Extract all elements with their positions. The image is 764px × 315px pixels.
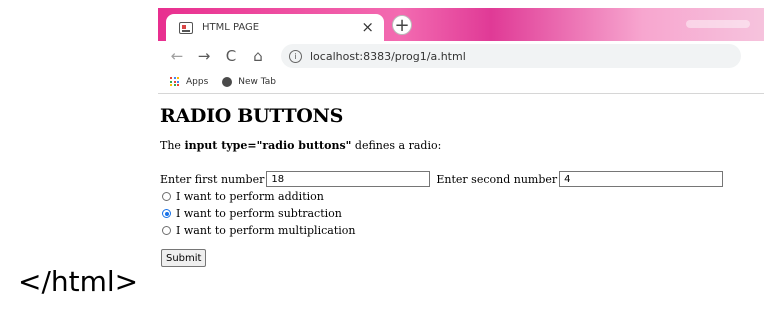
home-icon[interactable]: ⌂ bbox=[247, 48, 269, 64]
browser-toolbar: ← → C ⌂ i localhost:8383/prog1/a.html bbox=[158, 41, 764, 71]
back-arrow-icon[interactable]: ← bbox=[166, 48, 188, 64]
radio-label-multiplication: I want to perform multiplication bbox=[176, 224, 356, 237]
tab-strip: HTML PAGE × + bbox=[158, 8, 764, 41]
radio-multiplication[interactable] bbox=[162, 226, 171, 235]
bookmarks-bar: Apps New Tab bbox=[158, 71, 764, 94]
radio-option-subtraction[interactable]: I want to perform subtraction bbox=[160, 205, 764, 222]
apps-grid-icon[interactable] bbox=[170, 77, 180, 87]
reload-icon[interactable]: C bbox=[220, 48, 242, 64]
new-tab-button[interactable]: + bbox=[392, 15, 412, 35]
description-prefix: The bbox=[160, 139, 185, 152]
first-number-label: Enter first number bbox=[160, 172, 265, 186]
radio-option-multiplication[interactable]: I want to perform multiplication bbox=[160, 222, 764, 239]
page-icon bbox=[179, 21, 193, 34]
number-inputs-row: Enter first number Enter second number bbox=[160, 170, 764, 188]
outside-html-closing-tag: </html> bbox=[18, 265, 139, 298]
first-number-input[interactable] bbox=[266, 171, 431, 187]
radio-label-addition: I want to perform addition bbox=[176, 190, 324, 203]
description-text: The input type="radio buttons" defines a… bbox=[160, 139, 764, 153]
bookmark-apps[interactable]: Apps bbox=[186, 77, 208, 87]
description-suffix: defines a radio: bbox=[351, 139, 442, 152]
page-content: RADIO BUTTONS The input type="radio butt… bbox=[158, 105, 764, 267]
url-text[interactable]: localhost:8383/prog1/a.html bbox=[310, 50, 466, 63]
profile-label bbox=[686, 20, 750, 28]
close-icon[interactable]: × bbox=[361, 20, 374, 35]
description-bold: input type="radio buttons" bbox=[184, 139, 352, 152]
radio-subtraction[interactable] bbox=[162, 209, 171, 218]
globe-icon bbox=[222, 77, 233, 87]
second-number-label: Enter second number bbox=[436, 172, 558, 186]
address-bar[interactable]: i localhost:8383/prog1/a.html bbox=[281, 44, 741, 68]
submit-button[interactable]: Submit bbox=[161, 249, 207, 267]
forward-arrow-icon[interactable]: → bbox=[193, 48, 215, 64]
tab-title: HTML PAGE bbox=[202, 22, 260, 33]
tab-html-page[interactable]: HTML PAGE × bbox=[166, 14, 384, 41]
bookmark-new-tab[interactable]: New Tab bbox=[238, 77, 276, 87]
radio-addition[interactable] bbox=[162, 192, 171, 201]
browser-window: HTML PAGE × + ← → C ⌂ i localhost:8383/p… bbox=[158, 8, 764, 315]
radio-label-subtraction: I want to perform subtraction bbox=[176, 207, 342, 220]
radio-option-addition[interactable]: I want to perform addition bbox=[160, 188, 764, 205]
info-icon[interactable]: i bbox=[289, 49, 302, 63]
second-number-input[interactable] bbox=[559, 171, 724, 187]
page-title: RADIO BUTTONS bbox=[160, 105, 344, 127]
